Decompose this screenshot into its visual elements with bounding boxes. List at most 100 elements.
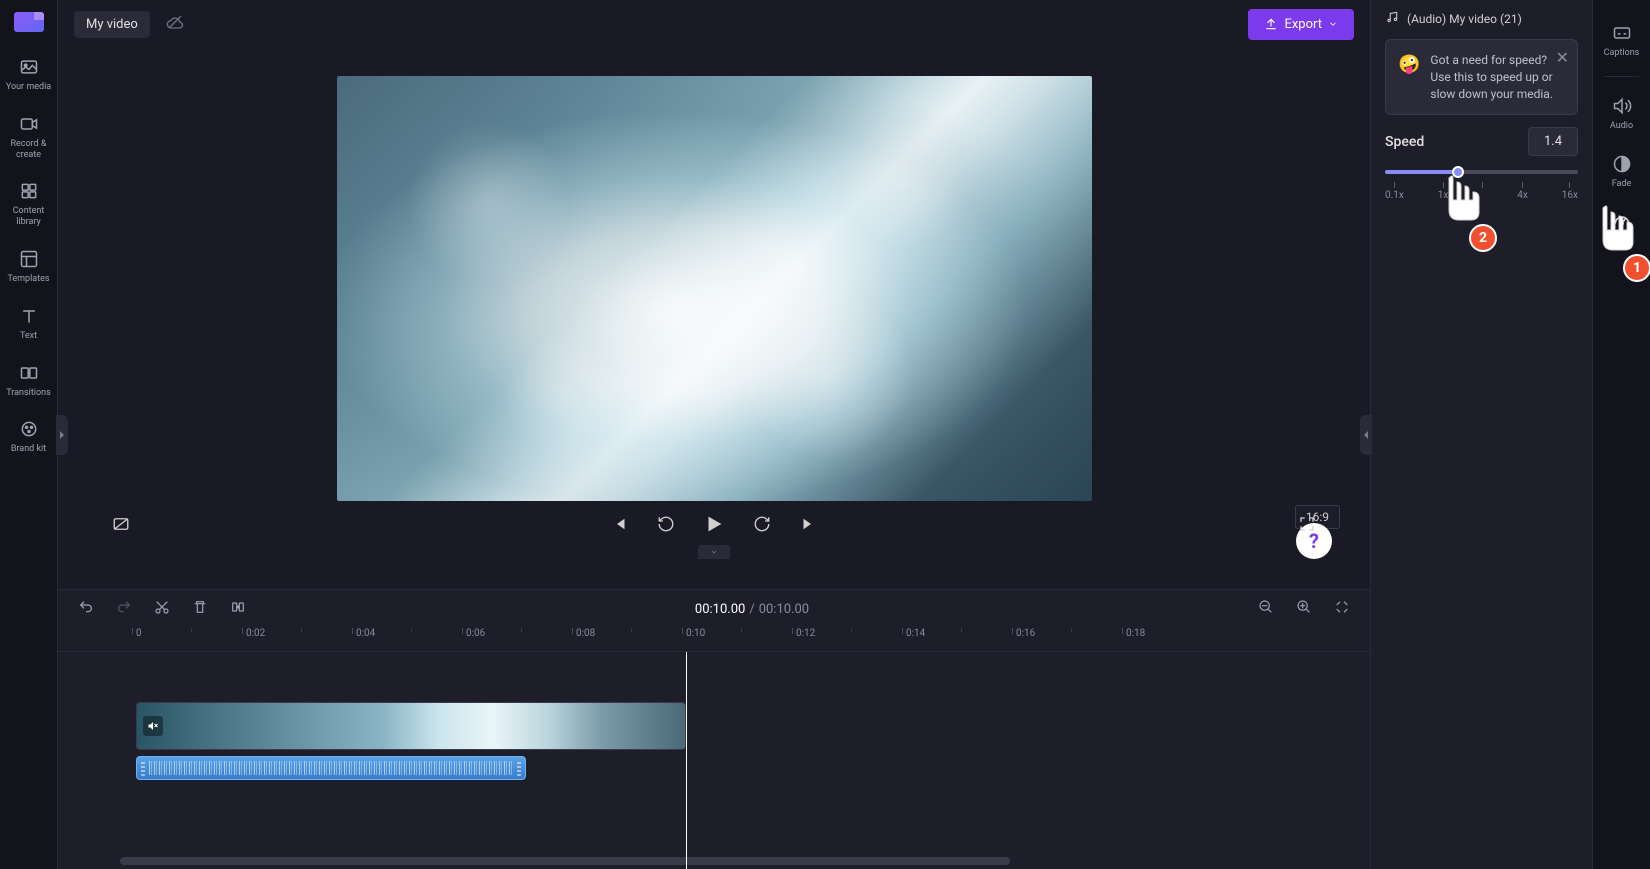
- redo-button[interactable]: [112, 595, 136, 623]
- left-panel-expand[interactable]: [56, 415, 68, 455]
- ruler-mark: 0:14: [906, 628, 925, 639]
- speed-tip: 🤪 Got a need for speed? Use this to spee…: [1385, 39, 1578, 115]
- nav-label: Brand kit: [11, 444, 46, 455]
- video-preview[interactable]: [337, 76, 1092, 501]
- zoom-fit-button[interactable]: [1330, 595, 1354, 623]
- skip-back-button[interactable]: [607, 511, 633, 537]
- tool-label: Fade: [1612, 179, 1632, 189]
- ruler-mark: 0:18: [1126, 628, 1145, 639]
- nav-label: Text: [20, 331, 37, 342]
- timeline-scrollbar[interactable]: [120, 857, 1010, 865]
- tool-captions[interactable]: Captions: [1593, 14, 1650, 66]
- ruler-mark: 0:10: [686, 628, 705, 639]
- properties-panel: (Audio) My video (21) 🤪 Got a need for s…: [1370, 0, 1592, 869]
- record-icon: [18, 113, 40, 135]
- tool-fade[interactable]: Fade: [1593, 145, 1650, 197]
- slider-mark-label: 16x: [1562, 190, 1578, 201]
- clip-mute-icon[interactable]: [143, 716, 163, 736]
- tip-emoji-icon: 🤪: [1398, 52, 1420, 102]
- timecode-sep: /: [749, 602, 754, 617]
- slider-mark-label: 4x: [1517, 190, 1528, 201]
- speed-section: Speed 1.4 0.1x 1x 4x 16x: [1385, 127, 1578, 206]
- left-sidebar: Your media Record & create Content libra…: [0, 0, 58, 869]
- timecode-current: 00:10.00: [695, 602, 745, 617]
- nav-text[interactable]: Text: [0, 299, 57, 348]
- tip-close-button[interactable]: ✕: [1556, 48, 1569, 67]
- captions-icon: [1611, 22, 1633, 44]
- fullscreen-button[interactable]: [1294, 511, 1320, 537]
- timeline-tracks[interactable]: [58, 652, 1370, 869]
- ruler-mark: 0:16: [1016, 628, 1035, 639]
- ruler-mark: 0: [136, 628, 142, 639]
- play-button[interactable]: [699, 509, 729, 539]
- ruler-mark: 0:02: [246, 628, 265, 639]
- export-label: Export: [1284, 17, 1322, 32]
- timeline-timecode: 00:10.00 / 00:10.00: [264, 602, 1240, 617]
- cut-button[interactable]: [150, 595, 174, 623]
- transitions-icon: [18, 362, 40, 384]
- slider-mark-label: 0.1x: [1385, 190, 1404, 201]
- cloud-sync-icon: [166, 13, 184, 35]
- music-note-icon: [1385, 10, 1399, 27]
- slider-thumb[interactable]: [1452, 166, 1464, 178]
- brand-icon: [18, 418, 40, 440]
- nav-your-media[interactable]: Your media: [0, 50, 57, 99]
- delete-button[interactable]: [188, 595, 212, 623]
- speed-icon: [1611, 211, 1633, 233]
- annotation-badge: 2: [1469, 224, 1497, 252]
- nav-content-library[interactable]: Content library: [0, 174, 57, 234]
- nav-brand-kit[interactable]: Brand kit: [0, 412, 57, 461]
- media-icon: [18, 56, 40, 78]
- slider-fill: [1385, 170, 1458, 174]
- props-header: (Audio) My video (21): [1385, 10, 1578, 27]
- timeline-section: 00:10.00 / 00:10.00 0 0:02 0:04 0:06: [58, 589, 1370, 869]
- nav-templates[interactable]: Templates: [0, 242, 57, 291]
- ruler-mark: 0:04: [356, 628, 375, 639]
- audio-clip[interactable]: [136, 756, 526, 780]
- timeline-expand-handle[interactable]: [698, 545, 730, 559]
- playhead[interactable]: [686, 652, 687, 869]
- speed-label: Speed: [1385, 134, 1424, 150]
- templates-icon: [18, 248, 40, 270]
- nav-transitions[interactable]: Transitions: [0, 356, 57, 405]
- slider-mark-label: 1x: [1438, 190, 1449, 201]
- audio-waveform: [149, 761, 513, 775]
- skip-forward-button[interactable]: [795, 511, 821, 537]
- nav-record-create[interactable]: Record & create: [0, 107, 57, 167]
- timeline-scrollbar-thumb[interactable]: [120, 857, 1010, 865]
- upload-icon: [1264, 17, 1278, 31]
- speed-slider[interactable]: 0.1x 1x 4x 16x: [1385, 166, 1578, 206]
- export-button[interactable]: Export: [1248, 9, 1354, 40]
- video-clip[interactable]: [136, 702, 686, 750]
- tool-speed[interactable]: Speed: [1593, 203, 1650, 255]
- nav-label: Templates: [7, 274, 49, 285]
- nav-label: Record & create: [2, 139, 55, 161]
- chevron-down-icon: [1328, 19, 1338, 29]
- rewind-button[interactable]: [653, 511, 679, 537]
- tool-label: Audio: [1610, 121, 1633, 131]
- project-title[interactable]: My video: [74, 11, 150, 38]
- app-logo[interactable]: [14, 12, 44, 32]
- nav-label: Your media: [6, 82, 51, 93]
- zoom-in-button[interactable]: [1292, 595, 1316, 623]
- ruler-mark: 0:12: [796, 628, 815, 639]
- zoom-out-button[interactable]: [1254, 595, 1278, 623]
- toggle-safe-zone-button[interactable]: [108, 511, 134, 537]
- topbar: My video Export: [58, 0, 1370, 48]
- nav-label: Content library: [2, 206, 55, 228]
- tool-label: Captions: [1604, 48, 1640, 58]
- timeline-ruler[interactable]: 0 0:02 0:04 0:06 0:08 0:10 0:12 0:14 0:1…: [58, 628, 1370, 652]
- tool-audio[interactable]: Audio: [1593, 87, 1650, 139]
- right-panel-expand[interactable]: [1360, 415, 1372, 455]
- library-icon: [18, 180, 40, 202]
- split-button[interactable]: [226, 595, 250, 623]
- audio-icon: [1611, 95, 1633, 117]
- timecode-total: 00:10.00: [759, 602, 809, 617]
- speed-value-input[interactable]: 1.4: [1528, 127, 1578, 156]
- annotation-badge: 1: [1623, 254, 1650, 282]
- undo-button[interactable]: [74, 595, 98, 623]
- forward-button[interactable]: [749, 511, 775, 537]
- timeline-toolbar: 00:10.00 / 00:10.00: [58, 590, 1370, 628]
- tip-text: Got a need for speed? Use this to speed …: [1430, 52, 1565, 102]
- right-tool-strip: Captions Audio Fade Speed 1: [1592, 0, 1650, 869]
